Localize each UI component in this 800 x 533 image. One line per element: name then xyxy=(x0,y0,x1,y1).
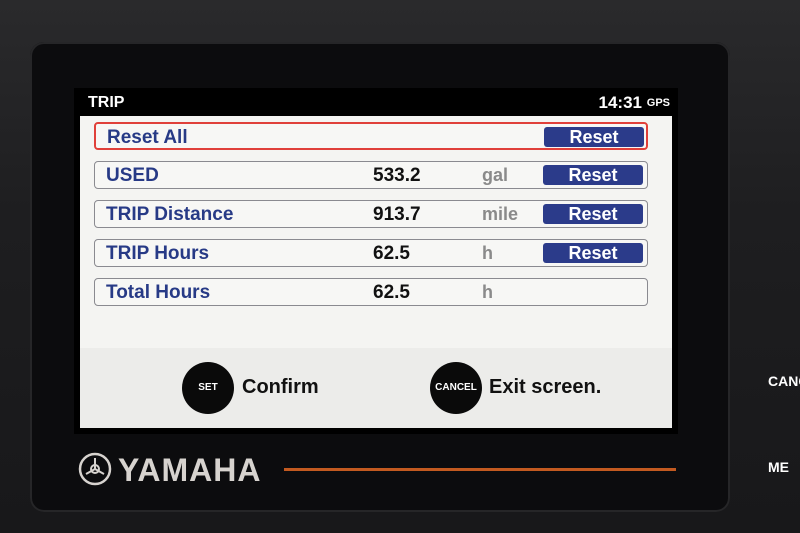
brand-name: YAMAHA xyxy=(118,452,262,488)
row-label: Total Hours xyxy=(106,282,211,303)
trip-panel: Reset All Reset USED 533.2 gal Reset TRI… xyxy=(80,116,672,428)
set-button[interactable]: SET xyxy=(182,362,234,414)
set-action-label: Confirm xyxy=(242,376,319,398)
total-hours-unit: h xyxy=(482,282,493,302)
display-screen: TRIP 14:31 GPS Reset All Reset USED 533.… xyxy=(74,88,678,434)
reset-all-button[interactable]: Reset xyxy=(544,127,644,147)
side-menu-label[interactable]: ME xyxy=(768,459,789,475)
accent-line xyxy=(284,468,676,471)
reset-trip-distance-button[interactable]: Reset xyxy=(543,204,643,224)
status-bar: TRIP 14:31 GPS xyxy=(74,88,678,116)
footer-bar: SET Confirm CANCEL Exit screen. xyxy=(80,348,672,428)
row-label: TRIP Distance xyxy=(106,204,234,225)
total-hours-value: 62.5 xyxy=(373,282,410,303)
used-unit: gal xyxy=(482,165,509,185)
row-reset-all[interactable]: Reset All Reset xyxy=(94,122,648,150)
row-label: TRIP Hours xyxy=(106,243,210,264)
clock: 14:31 xyxy=(598,93,642,112)
row-used[interactable]: USED 533.2 gal Reset xyxy=(94,161,648,189)
row-trip-hours[interactable]: TRIP Hours 62.5 h Reset xyxy=(94,239,648,267)
reset-used-button[interactable]: Reset xyxy=(543,165,643,185)
row-label: Reset All xyxy=(107,127,188,148)
trip-hours-unit: h xyxy=(482,243,493,263)
used-value: 533.2 xyxy=(373,165,421,186)
cancel-button[interactable]: CANCEL xyxy=(430,362,482,414)
trip-distance-value: 913.7 xyxy=(373,204,421,225)
cancel-action-label: Exit screen. xyxy=(489,376,602,398)
reset-trip-hours-button[interactable]: Reset xyxy=(543,243,643,263)
row-label: USED xyxy=(106,165,159,186)
page-title: TRIP xyxy=(88,94,125,111)
row-trip-distance[interactable]: TRIP Distance 913.7 mile Reset xyxy=(94,200,648,228)
yamaha-tuning-fork-icon xyxy=(78,452,112,486)
trip-distance-unit: mile xyxy=(482,204,519,224)
device-housing: TRIP 14:31 GPS Reset All Reset USED 533.… xyxy=(0,0,800,533)
gps-indicator: GPS xyxy=(646,97,670,109)
side-cancel-label[interactable]: CANC xyxy=(768,373,800,389)
row-total-hours: Total Hours 62.5 h xyxy=(94,278,648,306)
trip-hours-value: 62.5 xyxy=(373,243,410,264)
